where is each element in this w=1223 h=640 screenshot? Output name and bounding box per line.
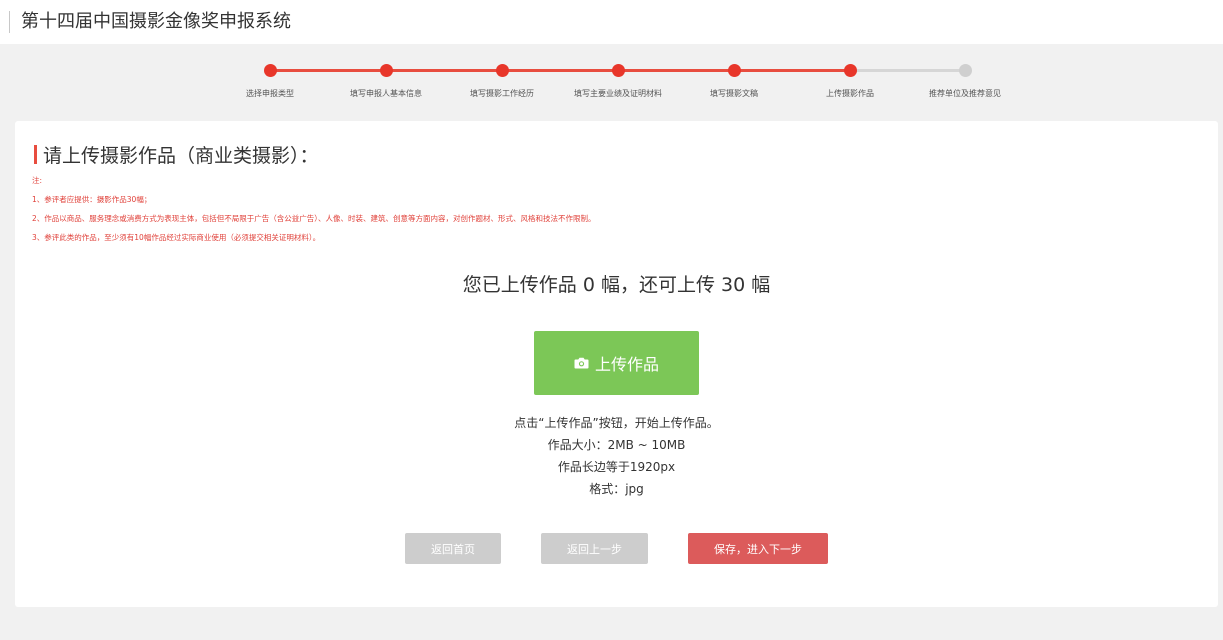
step-4: 填写主要业绩及证明材料 bbox=[558, 58, 678, 99]
app-title: 第十四届中国摄影金像奖申报系统 bbox=[21, 11, 291, 32]
step-5: 填写摄影文稿 bbox=[674, 58, 794, 99]
step-3: 填写摄影工作经历 bbox=[442, 58, 562, 99]
step-label: 填写摄影文稿 bbox=[710, 89, 758, 98]
upload-works-button[interactable]: 上传作品 bbox=[534, 331, 699, 395]
upload-requirements: 点击“上传作品”按钮，开始上传作品。 作品大小：2MB ~ 10MB 作品长边等… bbox=[15, 413, 1218, 501]
step-label: 推荐单位及推荐意见 bbox=[929, 89, 1001, 98]
title-accent-bar bbox=[34, 144, 37, 164]
step-dot bbox=[958, 64, 972, 77]
header-divider bbox=[9, 11, 10, 33]
step-label: 填写申报人基本信息 bbox=[350, 89, 422, 98]
step-label: 填写主要业绩及证明材料 bbox=[574, 89, 662, 98]
progress-stepper: 选择申报类型 填写申报人基本信息 填写摄影工作经历 填写主要业绩及证明材料 填写… bbox=[0, 58, 1223, 108]
info-line: 作品大小：2MB ~ 10MB bbox=[547, 438, 686, 452]
step-6: 上传摄影作品 bbox=[790, 58, 910, 99]
app-header: 第十四届中国摄影金像奖申报系统 bbox=[0, 0, 1223, 44]
step-label: 填写摄影工作经历 bbox=[470, 89, 534, 98]
upload-count-status: 您已上传作品 0 幅，还可上传 30 幅 bbox=[462, 274, 771, 296]
step-7: 推荐单位及推荐意见 bbox=[905, 58, 1025, 99]
note-item: 3、参评此类的作品，至少须有10幅作品经过实际商业使用（必须提交相关证明材料）。 bbox=[32, 233, 321, 242]
step-1: 选择申报类型 bbox=[210, 58, 330, 99]
step-dot bbox=[379, 64, 393, 77]
section-title-text: 请上传摄影作品（商业类摄影）： bbox=[43, 144, 319, 167]
save-next-button[interactable]: 保存，进入下一步 bbox=[688, 533, 828, 564]
info-line: 格式：jpg bbox=[589, 482, 644, 496]
notes: 注: 1、参评者应提供：摄影作品30幅； 2、作品以商品、服务理念或消费方式为表… bbox=[32, 176, 596, 252]
step-2: 填写申报人基本信息 bbox=[326, 58, 446, 99]
note-item: 1、参评者应提供：摄影作品30幅； bbox=[32, 195, 152, 204]
section-title: 请上传摄影作品（商业类摄影）： bbox=[34, 141, 319, 167]
note-item: 2、作品以商品、服务理念或消费方式为表现主体，包括但不局限于广告（含公益广告）、… bbox=[32, 214, 596, 223]
back-home-button[interactable]: 返回首页 bbox=[405, 533, 501, 564]
info-line: 作品长边等于1920px bbox=[557, 460, 676, 474]
camera-icon bbox=[574, 357, 589, 369]
note-heading: 注: bbox=[32, 176, 43, 185]
step-dot bbox=[263, 64, 277, 77]
upload-button-label: 上传作品 bbox=[594, 357, 659, 374]
step-label: 上传摄影作品 bbox=[826, 89, 874, 98]
upload-card: 请上传摄影作品（商业类摄影）： 注: 1、参评者应提供：摄影作品30幅； 2、作… bbox=[15, 121, 1218, 607]
previous-step-button[interactable]: 返回上一步 bbox=[541, 533, 648, 564]
step-dot bbox=[843, 64, 857, 77]
step-label: 选择申报类型 bbox=[246, 89, 294, 98]
step-dot bbox=[495, 64, 509, 77]
info-line: 点击“上传作品”按钮，开始上传作品。 bbox=[514, 416, 719, 430]
step-dot bbox=[727, 64, 741, 77]
step-dot bbox=[611, 64, 625, 77]
